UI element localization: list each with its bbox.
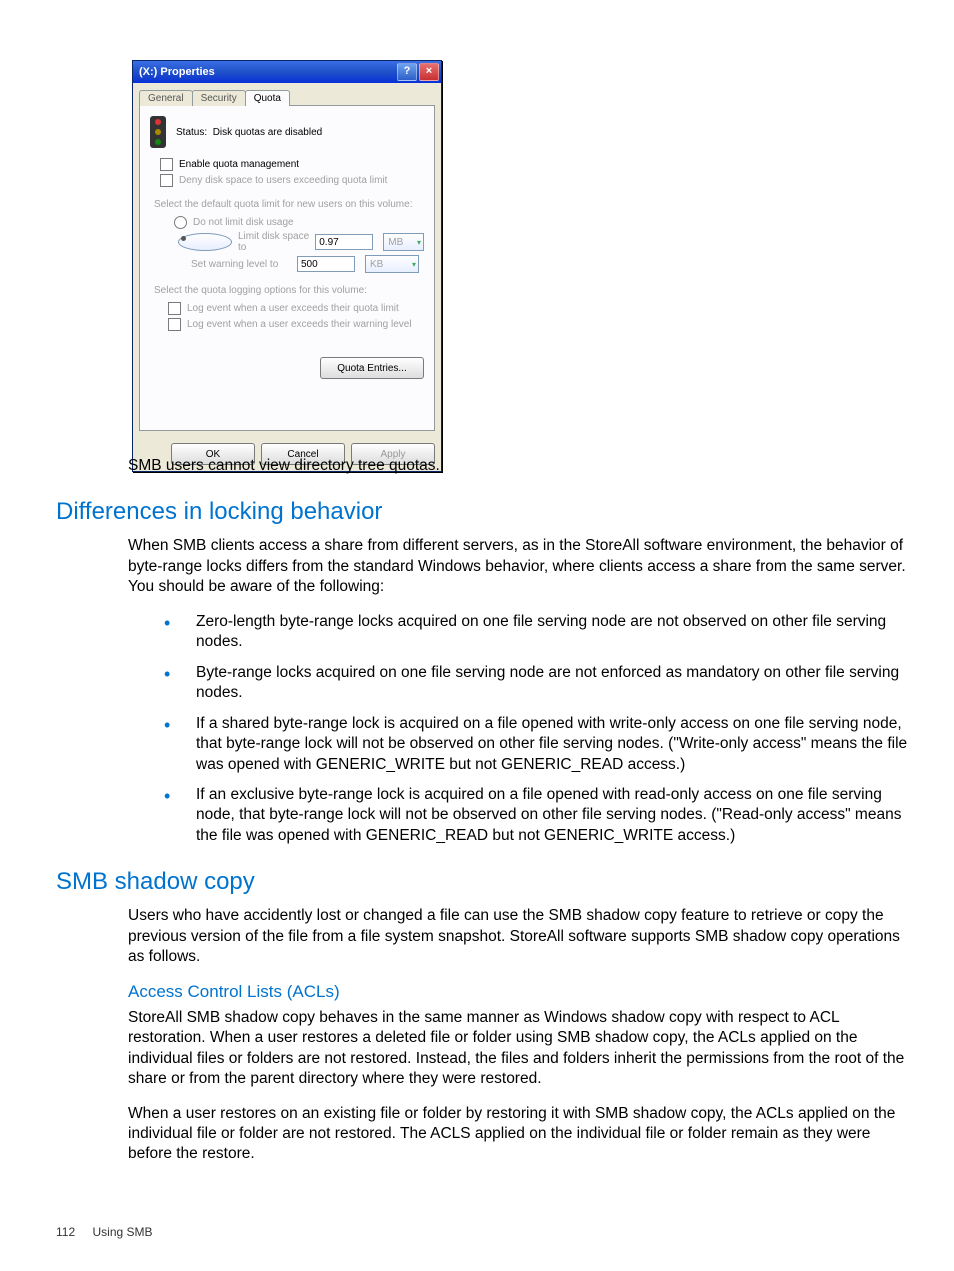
heading-differences: Differences in locking behavior (56, 498, 914, 526)
warn-unit-select[interactable]: KB ▾ (365, 255, 419, 273)
warn-unit-value: KB (370, 259, 383, 270)
help-button[interactable]: ? (397, 63, 417, 81)
log-quota-checkbox[interactable] (168, 302, 181, 315)
deny-space-checkbox[interactable] (160, 174, 173, 187)
page-footer: 112 Using SMB (56, 1225, 153, 1239)
limit-unit-select[interactable]: MB ▾ (383, 233, 424, 251)
tab-general[interactable]: General (139, 90, 193, 106)
enable-quota-checkbox[interactable] (160, 158, 173, 171)
select-default-label: Select the default quota limit for new u… (154, 199, 424, 210)
no-limit-radio[interactable] (174, 216, 187, 229)
close-button[interactable]: × (419, 63, 439, 81)
list-item: If an exclusive byte-range lock is acqui… (164, 785, 914, 846)
warn-label: Set warning level to (191, 259, 291, 270)
traffic-light-icon (150, 116, 166, 148)
acl-para-1: StoreAll SMB shadow copy behaves in the … (128, 1008, 914, 1090)
log-quota-label: Log event when a user exceeds their quot… (187, 303, 399, 314)
document-body: SMB users cannot view directory tree quo… (56, 456, 914, 1179)
quota-panel: Status: Disk quotas are disabled Enable … (139, 105, 435, 431)
page-number: 112 (56, 1225, 75, 1239)
acl-para-2: When a user restores on an existing file… (128, 1104, 914, 1165)
limit-input[interactable] (315, 234, 373, 250)
no-limit-label: Do not limit disk usage (193, 217, 294, 228)
select-logging-label: Select the quota logging options for thi… (154, 285, 424, 296)
shadow-para: Users who have accidently lost or change… (128, 906, 914, 967)
limit-radio[interactable] (178, 233, 232, 251)
footer-section: Using SMB (92, 1225, 152, 1239)
window-title: (X:) Properties (139, 66, 395, 78)
limit-unit-value: MB (388, 237, 403, 248)
titlebar[interactable]: (X:) Properties ? × (133, 61, 441, 83)
heading-acl: Access Control Lists (ACLs) (128, 982, 914, 1002)
list-item: Byte-range locks acquired on one file se… (164, 663, 914, 704)
diff-para: When SMB clients access a share from dif… (128, 536, 914, 597)
log-warn-checkbox[interactable] (168, 318, 181, 331)
log-warn-label: Log event when a user exceeds their warn… (187, 319, 412, 330)
quota-entries-button[interactable]: Quota Entries... (320, 357, 424, 379)
deny-space-label: Deny disk space to users exceeding quota… (179, 175, 387, 186)
smb-note: SMB users cannot view directory tree quo… (128, 456, 914, 476)
tab-quota[interactable]: Quota (245, 90, 290, 106)
warn-input[interactable] (297, 256, 355, 272)
list-item: If a shared byte-range lock is acquired … (164, 714, 914, 775)
chevron-down-icon: ▾ (412, 260, 416, 269)
list-item: Zero-length byte-range locks acquired on… (164, 612, 914, 653)
limit-label: Limit disk space to (238, 231, 309, 253)
diff-bullets: Zero-length byte-range locks acquired on… (164, 612, 914, 847)
status-value: Disk quotas are disabled (213, 127, 323, 138)
chevron-down-icon: ▾ (417, 238, 421, 247)
properties-dialog: (X:) Properties ? × General Security Quo… (132, 60, 442, 472)
heading-shadow: SMB shadow copy (56, 868, 914, 896)
tab-strip: General Security Quota (139, 90, 435, 106)
enable-quota-label: Enable quota management (179, 159, 299, 170)
tab-security[interactable]: Security (192, 90, 246, 106)
status-label: Status: (176, 127, 207, 138)
